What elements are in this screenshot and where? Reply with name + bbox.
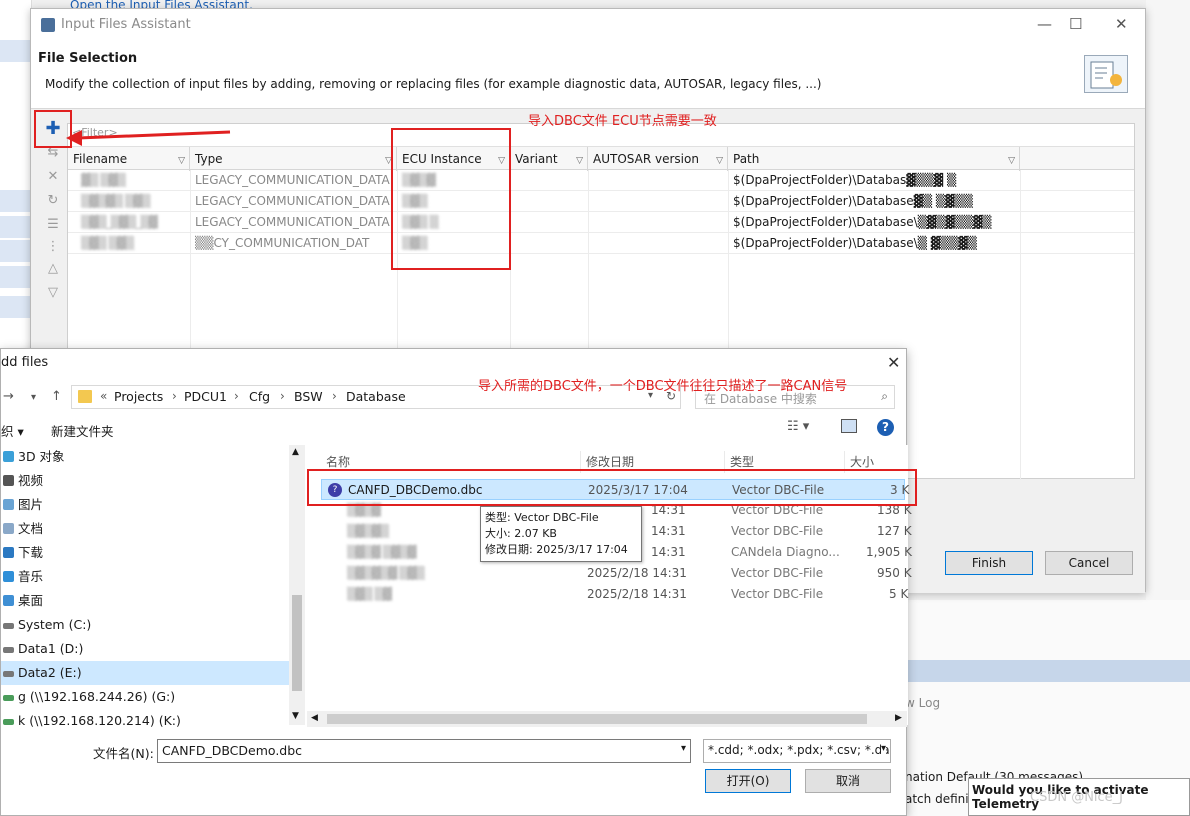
history-dropdown-icon[interactable]: ▾ — [31, 392, 36, 403]
annotation-text-dbc: 导入所需的DBC文件，一个DBC文件往往只描述了一路CAN信号 — [478, 379, 848, 394]
watermark: CSDN @Nice_J — [1030, 790, 1124, 805]
log-text: w Log — [905, 696, 941, 710]
title-bar: Input Files Assistant — ☐ ✕ — [31, 9, 1145, 41]
table-row[interactable]: ▒▓▒ ▒▓▒ ▒▒CY_COMMUNICATION_DAT ▒▓▒ $(Dpa… — [68, 233, 1134, 254]
nav-item-documents[interactable]: 文档 — [1, 517, 289, 541]
nav-scrollbar[interactable]: ▲ ▼ — [289, 445, 305, 725]
filename-label: 文件名(N): — [93, 746, 154, 761]
list-icon[interactable]: ☰ — [45, 217, 61, 233]
column-type[interactable]: Type ▽ — [190, 147, 397, 171]
nav-item-3d[interactable]: 3D 对象 — [1, 445, 289, 469]
remove-icon[interactable]: ✕ — [45, 169, 61, 185]
close-icon[interactable]: ✕ — [887, 353, 900, 372]
search-icon: ⌕ — [881, 389, 888, 403]
nav-item-drive-e[interactable]: Data2 (E:) — [1, 661, 289, 685]
file-tooltip: 类型: Vector DBC-File 大小: 2.07 KB 修改日期: 2025… — [480, 506, 642, 562]
refresh-icon[interactable]: ↻ — [45, 193, 61, 209]
highlight-dbc-file — [307, 469, 917, 506]
folder-icon — [78, 390, 92, 403]
table-row[interactable]: ▒▓▒▓▒ ▒▓▒ LEGACY_COMMUNICATION_DATA ▒▓▒ … — [68, 191, 1134, 212]
header: File Selection Modify the collection of … — [31, 41, 1145, 109]
column-variant[interactable]: Variant ▽ — [510, 147, 588, 171]
breadcrumb-pdcu1[interactable]: PDCU1 — [184, 389, 227, 404]
nav-item-drive-d[interactable]: Data1 (D:) — [1, 637, 289, 661]
navigation-pane: 3D 对象 视频 图片 文档 下载 音乐 桌面 System (C:) Data… — [1, 445, 305, 728]
breadcrumb-projects[interactable]: Projects — [114, 389, 163, 404]
file-toolbar: 织 ▾ 新建文件夹 ☷ ▾ ? — [1, 415, 906, 443]
nav-item-drive-c[interactable]: System (C:) — [1, 613, 289, 637]
nav-item-downloads[interactable]: 下载 — [1, 541, 289, 565]
annotation-text-ecu: 导入DBC文件 ECU节点需要一致 — [528, 114, 717, 129]
nav-item-desktop[interactable]: 桌面 — [1, 589, 289, 613]
view-icon[interactable]: ☷ ▾ — [787, 419, 809, 434]
cancel-button[interactable]: Cancel — [1045, 551, 1133, 575]
horizontal-scrollbar[interactable]: ◀ ▶ — [307, 711, 907, 727]
preview-pane-icon[interactable] — [841, 419, 857, 433]
cancel-button[interactable]: 取消 — [805, 769, 891, 793]
move-up-icon[interactable]: △ — [45, 261, 61, 277]
column-filename[interactable]: Filename ▽ — [68, 147, 190, 171]
table-row[interactable]: ▓▒ ▒▓▒ LEGACY_COMMUNICATION_DATA ▒▓▒▓ $(… — [68, 170, 1134, 191]
help-icon[interactable]: ? — [877, 419, 894, 436]
table-row[interactable]: ▒▓▒_▒▓▒_▒▓ LEGACY_COMMUNICATION_DATA ▒▓▒… — [68, 212, 1134, 233]
organize-button[interactable]: 织 ▾ — [1, 421, 24, 440]
close-icon[interactable]: ✕ — [1115, 15, 1128, 33]
column-autosar-version[interactable]: AUTOSAR version ▽ — [588, 147, 728, 171]
nav-item-videos[interactable]: 视频 — [1, 469, 289, 493]
nav-item-pictures[interactable]: 图片 — [1, 493, 289, 517]
file-row[interactable]: ▒▓▒▓▒▓ ▒▓▒ 2025/2/18 14:31 Vector DBC-File… — [321, 563, 912, 584]
nav-item-music[interactable]: 音乐 — [1, 565, 289, 589]
highlight-ecu-column — [391, 128, 511, 270]
columns-icon[interactable]: ⋮ — [45, 239, 61, 255]
nav-item-network-g[interactable]: g (\\192.168.244.26) (G:) — [1, 685, 289, 709]
up-icon[interactable]: ↑ — [51, 389, 62, 404]
add-files-dialog: dd files ✕ → ▾ ↑ « Projects › PDCU1 › Cf… — [0, 348, 912, 816]
page-description: Modify the collection of input files by … — [45, 77, 822, 91]
move-down-icon[interactable]: ▽ — [45, 285, 61, 301]
window-title: Input Files Assistant — [61, 17, 191, 32]
breadcrumb-bsw[interactable]: BSW — [294, 389, 323, 404]
breadcrumb-database[interactable]: Database — [346, 389, 406, 404]
minimize-icon[interactable]: — — [1037, 15, 1052, 33]
finish-button[interactable]: Finish — [945, 551, 1033, 575]
nav-item-network-k[interactable]: k (\\192.168.120.214) (K:) — [1, 709, 289, 733]
annotation-arrow — [66, 130, 231, 146]
app-icon — [41, 18, 55, 32]
column-path[interactable]: Path ▽ — [728, 147, 1020, 171]
wizard-icon — [1084, 55, 1128, 93]
filename-field[interactable]: CANFD_DBCDemo.dbc ▾ — [157, 739, 691, 763]
new-folder-button[interactable]: 新建文件夹 — [51, 421, 114, 440]
filetype-select[interactable]: *.cdd; *.odx; *.pdx; *.csv; *.dat ▾ — [703, 739, 891, 763]
back-icon[interactable]: → — [3, 389, 14, 404]
page-title: File Selection — [38, 51, 138, 66]
file-row[interactable]: ▒▓▒ ▒▓ 2025/2/18 14:31 Vector DBC-File 5 K — [321, 584, 908, 605]
dialog-title: dd files — [1, 355, 49, 370]
maximize-icon[interactable]: ☐ — [1069, 15, 1082, 33]
breadcrumb-cfg[interactable]: Cfg — [249, 389, 270, 404]
open-button[interactable]: 打开(O) — [705, 769, 791, 793]
bg-text-2: atch definit — [905, 792, 974, 806]
